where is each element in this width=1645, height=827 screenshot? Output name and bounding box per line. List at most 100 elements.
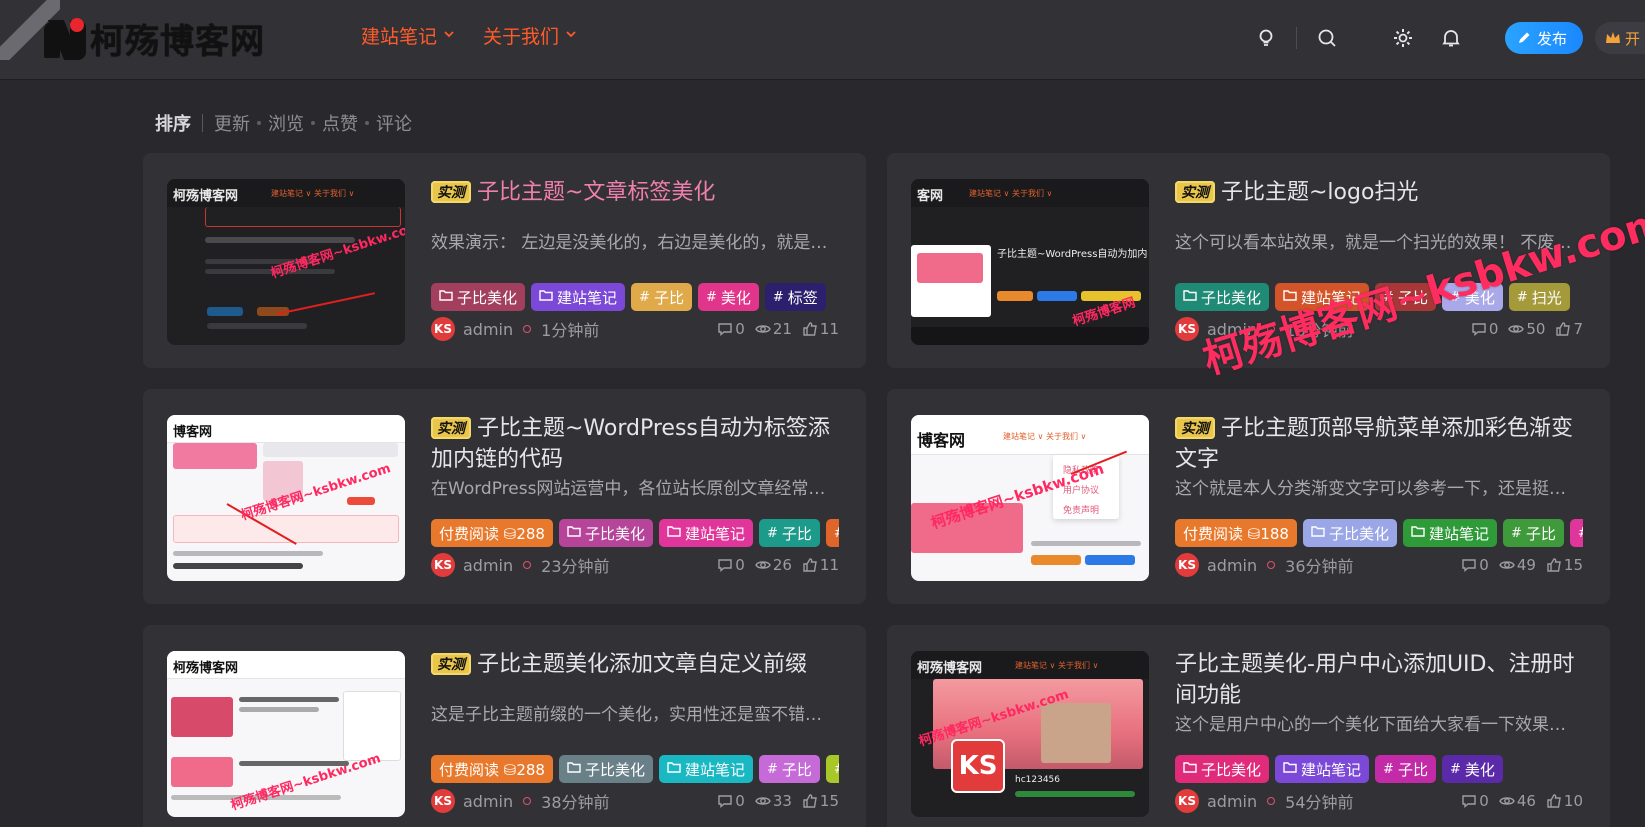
post-thumbnail[interactable]: 客网 建站笔记 ∨ 关于我们 ∨ 子比主题~WordPress自动为加内链的代码… <box>911 179 1149 345</box>
author-avatar[interactable]: KS <box>1175 317 1199 341</box>
hash-icon: # <box>639 289 650 305</box>
post-tag-label: 扫光 <box>1531 288 1562 307</box>
author-avatar[interactable]: KS <box>431 553 455 577</box>
post-tag[interactable]: # 子比 <box>1375 283 1436 311</box>
chevron-down-icon <box>443 28 455 43</box>
post-tag[interactable]: # 子比 <box>1503 519 1564 547</box>
post-tag[interactable]: 子比美化 <box>558 519 653 547</box>
post-tag[interactable]: 付费阅读 ⛁188 <box>1175 519 1297 547</box>
post-tag[interactable]: # 美化 <box>1441 755 1503 783</box>
like-stat[interactable]: 15 <box>802 792 839 810</box>
post-tag[interactable]: # 子比 <box>759 755 820 783</box>
author-name[interactable]: admin <box>1207 320 1257 339</box>
post-card[interactable]: 客网 建站笔记 ∨ 关于我们 ∨ 子比主题~WordPress自动为加内链的代码… <box>887 153 1610 368</box>
post-tag[interactable]: # 子比 <box>759 519 820 547</box>
post-title[interactable]: 子比主题顶部导航菜单添加彩色渐变文字 <box>1175 416 1573 472</box>
post-tag[interactable]: 建站笔记 <box>658 755 753 783</box>
like-stat[interactable]: 10 <box>1546 792 1583 810</box>
post-thumbnail[interactable]: 柯殇博客网 建站笔记 ∨ 关于我们 ∨ KS hc123456 柯殇博客网~ks… <box>911 651 1149 817</box>
like-count: 15 <box>1563 556 1583 574</box>
author-avatar[interactable]: KS <box>1175 553 1199 577</box>
vip-button[interactable]: 开 <box>1595 22 1645 54</box>
post-tag[interactable]: 子比美化 <box>1175 755 1270 783</box>
post-tag-label: 标签 <box>787 288 818 307</box>
post-card[interactable]: 柯殇博客网 建站笔记 ∨ 关于我们 ∨ 柯殇博客网~ksbkw.com 实测 子比… <box>143 153 866 368</box>
post-title[interactable]: 子比主题~logo扫光 <box>1221 180 1418 205</box>
sort-comments[interactable]: 评论 <box>376 110 412 136</box>
post-tag[interactable]: 建站笔记 <box>531 283 626 311</box>
nav-item-notes[interactable]: 建站笔记 <box>361 22 455 49</box>
post-tag[interactable]: # 美化 <box>697 283 759 311</box>
search-button[interactable] <box>1309 20 1345 56</box>
eye-icon <box>755 793 771 809</box>
post-tag[interactable]: # 美化 <box>1441 283 1503 311</box>
search-icon <box>1318 29 1336 47</box>
header-actions: 发布 开 <box>1248 20 1645 56</box>
post-tag[interactable]: 付费阅读 ⛁288 <box>431 519 553 547</box>
folder-icon <box>1311 525 1325 541</box>
post-tag[interactable]: # 标签 <box>764 283 826 311</box>
post-tag[interactable]: 付费阅读 ⛁288 <box>431 755 553 783</box>
site-logo[interactable]: 柯殇博客网 <box>42 14 265 62</box>
folder-icon <box>567 761 581 777</box>
post-tag[interactable]: 子比美化 <box>1175 283 1270 311</box>
post-thumbnail[interactable]: 柯殇博客网 建站笔记 ∨ 关于我们 ∨ 柯殇博客网~ksbkw.com <box>167 179 405 345</box>
like-stat[interactable]: 11 <box>802 320 839 338</box>
post-title[interactable]: 子比主题~文章标签美化 <box>477 180 715 205</box>
post-tag[interactable]: 子比美化 <box>1302 519 1397 547</box>
post-title[interactable]: 子比主题~WordPress自动为标签添加内链的代码 <box>431 416 830 472</box>
post-card[interactable]: 博客网 柯殇博客网~ksbkw.com 实测 子比主题~WordPress自动为标… <box>143 389 866 604</box>
theme-bulb-button[interactable] <box>1248 20 1284 56</box>
post-tag[interactable]: #美 <box>825 519 839 547</box>
sort-likes[interactable]: 点赞 <box>322 110 358 136</box>
post-tag[interactable]: 建站笔记 <box>1275 283 1370 311</box>
post-title[interactable]: 子比主题美化添加文章自定义前缀 <box>477 652 807 677</box>
post-meta: KS admin 54分钟前 0 46 10 <box>1175 788 1583 814</box>
post-thumbnail[interactable]: 博客网 建站笔记 ∨ 关于我们 ∨ 隐私政策 用户协议 免责声明 柯殇博客网~k… <box>911 415 1149 581</box>
post-thumbnail[interactable]: 柯殇博客网 柯殇博客网~ksbkw.com <box>167 651 405 817</box>
post-tag[interactable]: 建站笔记 <box>1275 755 1370 783</box>
like-stat[interactable]: 15 <box>1546 556 1583 574</box>
author-avatar[interactable]: KS <box>431 789 455 813</box>
post-thumbnail[interactable]: 博客网 柯殇博客网~ksbkw.com <box>167 415 405 581</box>
nav-item-about[interactable]: 关于我们 <box>483 22 577 49</box>
sort-dot <box>365 121 369 125</box>
post-tag[interactable]: # 子比 <box>631 283 692 311</box>
live-badge: 实测 <box>431 417 471 439</box>
author-name[interactable]: admin <box>463 320 513 339</box>
post-tag[interactable]: 建站笔记 <box>1402 519 1497 547</box>
thumb-logo: 博客网 <box>173 425 213 440</box>
sort-updated[interactable]: 更新 <box>214 110 250 136</box>
post-card[interactable]: 柯殇博客网 柯殇博客网~ksbkw.com 实测 子比主题美化添加文章自定义前缀 … <box>143 625 866 827</box>
like-stat[interactable]: 11 <box>802 556 839 574</box>
post-tag[interactable]: # 扫光 <box>1508 283 1570 311</box>
post-tag[interactable]: 子比美化 <box>558 755 653 783</box>
post-card[interactable]: 博客网 建站笔记 ∨ 关于我们 ∨ 隐私政策 用户协议 免责声明 柯殇博客网~k… <box>887 389 1610 604</box>
post-tag[interactable]: #美 <box>825 755 839 783</box>
folder-icon <box>1183 289 1197 305</box>
sort-views[interactable]: 浏览 <box>268 110 304 136</box>
post-tag[interactable]: 建站笔记 <box>658 519 753 547</box>
thumb-username: hc123456 <box>1015 775 1061 785</box>
post-tag-label: 付费阅读 ⛁288 <box>439 760 545 779</box>
publish-button[interactable]: 发布 <box>1504 22 1583 54</box>
post-tag[interactable]: #美 <box>1569 519 1583 547</box>
post-tag-label: 子比 <box>781 760 812 779</box>
post-tag[interactable]: # 子比 <box>1375 755 1436 783</box>
post-tag-label: 美化 <box>1464 760 1495 779</box>
author-avatar[interactable]: KS <box>431 317 455 341</box>
folder-icon <box>1283 761 1297 777</box>
author-name[interactable]: admin <box>463 792 513 811</box>
author-name[interactable]: admin <box>463 556 513 575</box>
thumb-watermark: 柯殇博客网~ksbkw.com <box>229 751 383 814</box>
hash-icon: # <box>834 526 839 541</box>
author-name[interactable]: admin <box>1207 556 1257 575</box>
author-avatar[interactable]: KS <box>1175 789 1199 813</box>
post-title[interactable]: 子比主题美化-用户中心添加UID、注册时间功能 <box>1175 652 1574 708</box>
post-card[interactable]: 柯殇博客网 建站笔记 ∨ 关于我们 ∨ KS hc123456 柯殇博客网~ks… <box>887 625 1610 827</box>
post-tag[interactable]: 子比美化 <box>431 283 526 311</box>
notifications-button[interactable] <box>1433 20 1469 56</box>
author-name[interactable]: admin <box>1207 792 1257 811</box>
settings-button[interactable] <box>1385 20 1421 56</box>
like-stat[interactable]: 7 <box>1555 320 1583 338</box>
